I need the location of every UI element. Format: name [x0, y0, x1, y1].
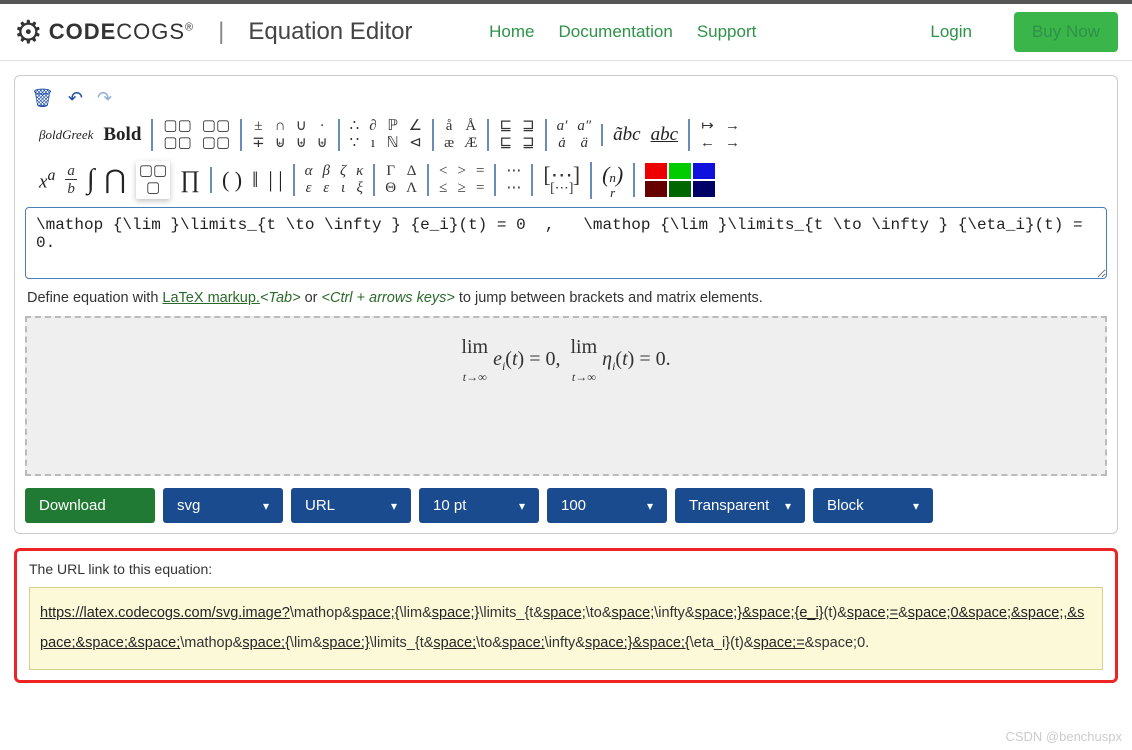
action-row: 🗑 ↶ ↷: [25, 86, 1107, 117]
selected-matrix-icon[interactable]: ▢▢▢: [136, 161, 170, 199]
trash-icon[interactable]: 🗑: [31, 88, 54, 109]
page-title: Equation Editor: [248, 18, 412, 46]
Aring-icon[interactable]: ÅÆ: [464, 119, 477, 151]
latex-markup-link[interactable]: LaTeX markup.: [162, 290, 260, 306]
ring-icon[interactable]: åæ: [444, 119, 454, 151]
header: ⚙ CODECOGS® | Equation Editor Home Docum…: [0, 4, 1132, 61]
eq-icon[interactable]: ==: [476, 164, 484, 196]
nav-login[interactable]: Login: [930, 22, 972, 42]
color-darkgreen[interactable]: [669, 181, 691, 197]
matrix2-icon[interactable]: ▢▢▢▢: [202, 119, 230, 151]
download-button[interactable]: Download: [25, 488, 155, 523]
nav-home[interactable]: Home: [489, 22, 534, 42]
norm-icon[interactable]: ‖: [252, 167, 258, 193]
partial-icon[interactable]: ∂ı: [369, 119, 376, 151]
bg-select[interactable]: Transparent: [675, 488, 805, 523]
angle-icon[interactable]: ∠⊲: [409, 119, 422, 151]
logo[interactable]: ⚙ CODECOGS®: [14, 13, 194, 51]
therefore-icon[interactable]: ∴∵: [350, 119, 360, 151]
undo-icon[interactable]: ↶: [68, 88, 83, 109]
bmatrix-icon[interactable]: [⋯][⋯]: [543, 164, 580, 196]
color-green[interactable]: [669, 163, 691, 179]
color-palette[interactable]: [645, 163, 715, 197]
Gamma-icon[interactable]: ΓΘ: [385, 164, 396, 196]
beta-icon[interactable]: βε: [323, 164, 330, 196]
controls-row: Download svg URL 10 pt 100 Transparent B…: [25, 488, 1107, 523]
redo-icon[interactable]: ↷: [97, 88, 112, 109]
logo-text: CODECOGS®: [49, 19, 194, 45]
wideabc-icon[interactable]: ãbc: [613, 124, 640, 146]
cap-icon[interactable]: ∩⊌: [275, 119, 286, 151]
color-darkred[interactable]: [645, 181, 667, 197]
format-select[interactable]: svg: [163, 488, 283, 523]
url-output[interactable]: https://latex.codecogs.com/svg.image?\ma…: [29, 587, 1103, 670]
equation-preview: limt→∞ ei(t) = 0, limt→∞ ηi(t) = 0.: [25, 316, 1107, 476]
size-select[interactable]: 10 pt: [419, 488, 539, 523]
cup-icon[interactable]: ∪⊎: [296, 119, 307, 151]
kappa-icon[interactable]: κξ: [356, 164, 363, 196]
boldgreek-button[interactable]: βoldGreek: [39, 127, 93, 143]
nav-docs[interactable]: Documentation: [558, 22, 672, 42]
alpha-icon[interactable]: αε: [305, 164, 313, 196]
sqsub-icon[interactable]: ⊑⊑: [499, 119, 512, 151]
lt-icon[interactable]: <≤: [439, 164, 447, 196]
cog-icon: ⚙: [14, 13, 43, 51]
bbP-icon[interactable]: ℙℕ: [387, 119, 399, 151]
gt-icon[interactable]: >≥: [457, 164, 465, 196]
symbol-toolbar: βoldGreek Bold ▢▢▢▢ ▢▢▢▢ ±∓ ∩⊌ ∪⊎ ·⊎ ∴∵ …: [25, 117, 1107, 207]
color-red[interactable]: [645, 163, 667, 179]
watermark: CSDN @benchuspx: [1005, 729, 1122, 744]
paren-icon[interactable]: ( ): [222, 167, 242, 193]
nav-support[interactable]: Support: [697, 22, 757, 42]
cdots-icon[interactable]: ⋯⋯: [506, 164, 521, 196]
int-icon[interactable]: ∫: [87, 164, 95, 196]
frac-icon[interactable]: ab: [65, 164, 77, 197]
bracket-icon[interactable]: | |: [268, 167, 282, 193]
zoom-select[interactable]: 100: [547, 488, 667, 523]
divider: |: [218, 18, 224, 46]
adprime-icon[interactable]: a″ä: [577, 119, 591, 151]
dot-icon[interactable]: ·⊎: [317, 119, 328, 151]
color-darkblue[interactable]: [693, 181, 715, 197]
matrix-icon[interactable]: ▢▢▢▢: [163, 119, 191, 151]
aprime-icon[interactable]: a′ȧ: [557, 119, 568, 151]
url-label: The URL link to this equation:: [29, 561, 1103, 577]
main-nav: Home Documentation Support Login Buy Now: [489, 12, 1118, 52]
buy-button[interactable]: Buy Now: [1014, 12, 1118, 52]
sqsup-icon[interactable]: ⊒⊒: [522, 119, 535, 151]
url-section: The URL link to this equation: https://l…: [14, 548, 1118, 683]
bold-button[interactable]: Bold: [103, 124, 141, 146]
underabc-icon[interactable]: abc: [651, 124, 678, 146]
prod-icon[interactable]: ∏: [180, 167, 200, 194]
Delta-icon[interactable]: ΔΛ: [406, 164, 417, 196]
color-blue[interactable]: [693, 163, 715, 179]
render-select[interactable]: URL: [291, 488, 411, 523]
power-icon[interactable]: xa: [39, 167, 55, 193]
editor-panel: 🗑 ↶ ↷ βoldGreek Bold ▢▢▢▢ ▢▢▢▢ ±∓ ∩⊌ ∪⊎ …: [14, 75, 1118, 534]
mapsto-icon[interactable]: ↦←: [700, 119, 715, 151]
display-select[interactable]: Block: [813, 488, 933, 523]
pm-icon[interactable]: ±∓: [252, 119, 265, 151]
hint-text: Define equation with LaTeX markup.<Tab> …: [25, 282, 1107, 316]
rendered-equation: limt→∞ ei(t) = 0, limt→∞ ηi(t) = 0.: [461, 336, 670, 385]
latex-input[interactable]: [25, 207, 1107, 279]
binom-icon[interactable]: (nr): [602, 162, 623, 199]
zeta-icon[interactable]: ζι: [340, 164, 346, 196]
bigcap-icon[interactable]: ⋂: [105, 165, 126, 195]
to-icon[interactable]: →→: [725, 119, 740, 151]
